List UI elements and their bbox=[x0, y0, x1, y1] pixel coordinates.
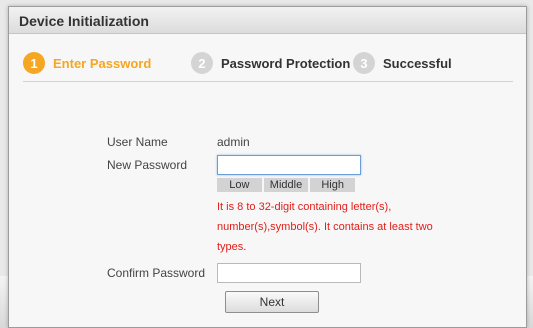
step-indicator: 1 Enter Password 2 Password Protection 3… bbox=[23, 51, 513, 75]
password-hint-line: number(s),symbol(s). It contains at leas… bbox=[217, 221, 433, 233]
steps-divider bbox=[23, 81, 513, 82]
password-hint-line: types. bbox=[217, 241, 247, 253]
confirm-password-field[interactable] bbox=[217, 263, 361, 283]
password-hint: It is 8 to 32-digit containing letter(s)… bbox=[217, 197, 457, 257]
step-3-number-icon: 3 bbox=[353, 52, 375, 74]
strength-low: Low bbox=[217, 178, 262, 192]
password-strength-meter: Low Middle High bbox=[217, 178, 356, 192]
dialog-titlebar: Device Initialization bbox=[9, 7, 526, 34]
new-password-label: New Password bbox=[107, 158, 188, 172]
confirm-password-label: Confirm Password bbox=[107, 266, 206, 280]
dialog-title: Device Initialization bbox=[19, 13, 149, 29]
strength-high: High bbox=[310, 178, 356, 192]
step-2-label: Password Protection bbox=[221, 55, 351, 71]
step-enter-password: 1 Enter Password bbox=[23, 51, 151, 75]
username-label: User Name bbox=[107, 135, 168, 149]
step-3-label: Successful bbox=[383, 55, 452, 71]
username-value: admin bbox=[217, 135, 250, 149]
strength-middle: Middle bbox=[263, 178, 309, 192]
device-initialization-dialog: Device Initialization 1 Enter Password 2… bbox=[8, 6, 527, 328]
step-password-protection: 2 Password Protection bbox=[191, 51, 350, 75]
step-successful: 3 Successful bbox=[353, 51, 452, 75]
next-button[interactable]: Next bbox=[225, 291, 319, 313]
step-1-label: Enter Password bbox=[53, 55, 152, 71]
step-2-number-icon: 2 bbox=[191, 52, 213, 74]
step-1-number-icon: 1 bbox=[23, 52, 45, 74]
password-hint-line: It is 8 to 32-digit containing letter(s)… bbox=[217, 201, 392, 213]
new-password-field[interactable] bbox=[217, 155, 361, 175]
